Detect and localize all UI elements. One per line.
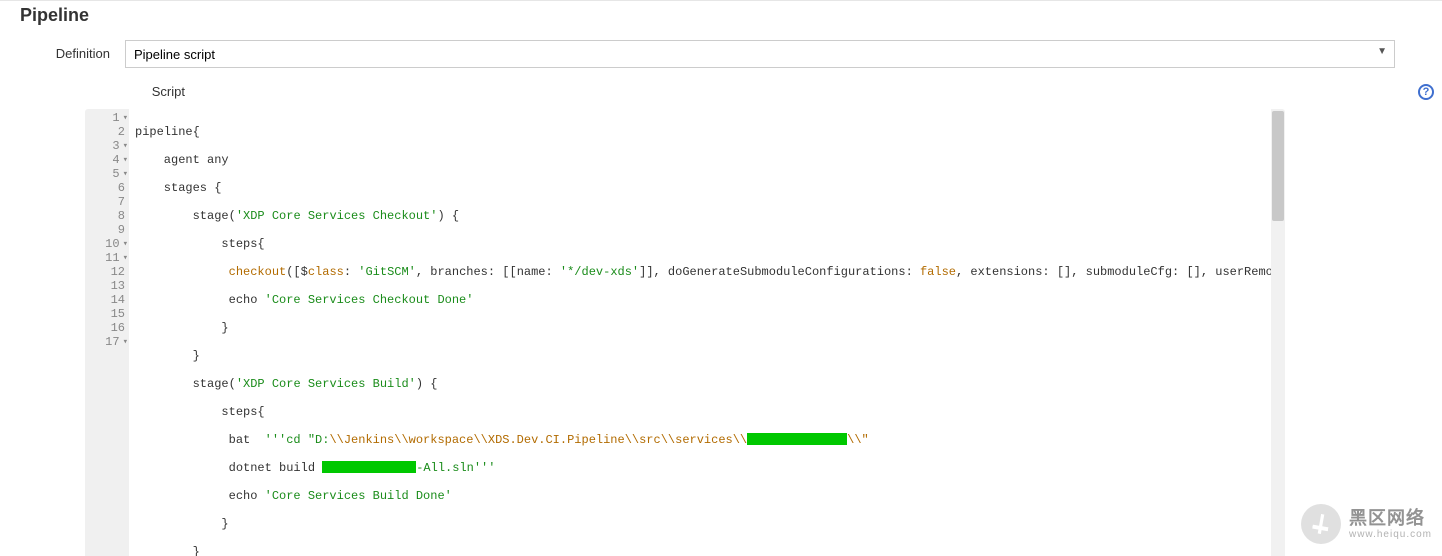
line-number: 12 xyxy=(85,265,125,279)
definition-select[interactable]: Pipeline script xyxy=(125,40,1395,68)
line-number: 16 xyxy=(85,321,125,335)
editor-gutter: 1 2 3 4 5 6 7 8 9 10 11 12 13 14 15 16 1 xyxy=(85,109,129,556)
line-number: 15 xyxy=(85,307,125,321)
section-title-pipeline: Pipeline xyxy=(20,5,1432,26)
line-number: 7 xyxy=(85,195,125,209)
script-label: Script xyxy=(10,78,200,99)
line-number: 2 xyxy=(85,125,125,139)
script-row: Script ? xyxy=(10,78,1432,99)
watermark: 黑区网络 www.heiqu.com xyxy=(1301,504,1432,544)
line-number: 9 xyxy=(85,223,125,237)
watermark-text-line2: www.heiqu.com xyxy=(1349,529,1432,541)
redacted-block xyxy=(747,433,847,445)
watermark-text-line1: 黑区网络 xyxy=(1349,508,1432,529)
line-number: 11 xyxy=(85,251,125,265)
line-number: 14 xyxy=(85,293,125,307)
redacted-block xyxy=(322,461,416,473)
line-number: 3 xyxy=(85,139,125,153)
scrollbar-thumb[interactable] xyxy=(1272,111,1284,221)
help-icon[interactable]: ? xyxy=(1418,84,1434,100)
line-number: 8 xyxy=(85,209,125,223)
line-number: 13 xyxy=(85,279,125,293)
line-number: 1 xyxy=(85,111,125,125)
editor-code-area[interactable]: pipeline{ agent any stages { stage('XDP … xyxy=(129,109,1271,556)
definition-label: Definition xyxy=(10,40,125,61)
editor-vertical-scrollbar[interactable] xyxy=(1271,109,1285,556)
line-number: 6 xyxy=(85,181,125,195)
pipeline-script-editor[interactable]: 1 2 3 4 5 6 7 8 9 10 11 12 13 14 15 16 1 xyxy=(85,109,1271,556)
watermark-icon xyxy=(1301,504,1341,544)
line-number: 10 xyxy=(85,237,125,251)
line-number: 4 xyxy=(85,153,125,167)
line-number: 5 xyxy=(85,167,125,181)
definition-row: Definition Pipeline script xyxy=(10,40,1432,68)
line-number: 17 xyxy=(85,335,125,349)
